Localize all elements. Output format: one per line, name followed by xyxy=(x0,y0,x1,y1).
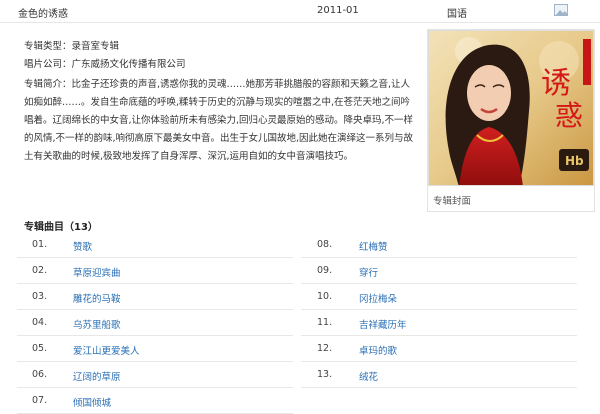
album-name: 金色的诱惑 xyxy=(18,9,68,20)
track-number: 07. xyxy=(32,395,48,406)
svg-text:惑: 惑 xyxy=(555,99,583,132)
album-type-row: 专辑类型：录音室专辑 xyxy=(24,38,416,56)
svg-text:诱: 诱 xyxy=(541,66,571,101)
track-title-link[interactable]: 绒花 xyxy=(359,369,378,383)
track-title-link[interactable]: 冈拉梅朵 xyxy=(359,291,397,305)
track-title-link[interactable]: 赞歌 xyxy=(73,239,92,253)
track-title-link[interactable]: 爱江山更爱美人 xyxy=(73,343,140,357)
track-number: 12. xyxy=(317,343,333,354)
album-cover-image[interactable]: 诱 惑 Hb xyxy=(428,30,594,186)
track-row: 06. 辽阔的草原 xyxy=(17,362,293,388)
track-row: 09. 穿行 xyxy=(301,258,577,284)
track-number: 13. xyxy=(317,369,333,380)
release-date: 2011-01 xyxy=(317,5,359,16)
album-type-value: 录音室专辑 xyxy=(71,41,120,52)
track-number: 03. xyxy=(32,291,48,302)
svg-text:Hb: Hb xyxy=(565,154,584,168)
tracklist-right-column: 08. 红梅赞 09. 穿行 10. 冈拉梅朵 11. 吉祥藏历年 12. 卓玛的歌 13. 绒花 xyxy=(301,232,577,388)
album-intro-label: 专辑简介： xyxy=(24,79,72,90)
track-row: 01. 赞歌 xyxy=(17,232,293,258)
track-title-link[interactable]: 乌苏里船歌 xyxy=(73,317,121,331)
album-language: 国语 xyxy=(447,9,467,20)
track-row: 13. 绒花 xyxy=(301,362,577,388)
track-row: 04. 乌苏里船歌 xyxy=(17,310,293,336)
track-number: 02. xyxy=(32,265,48,276)
track-row: 11. 吉祥藏历年 xyxy=(301,310,577,336)
track-row: 07. 倾国倾城 xyxy=(17,388,293,414)
track-row: 02. 草原迎宾曲 xyxy=(17,258,293,284)
track-number: 10. xyxy=(317,291,333,302)
cover-caption: 专辑封面 xyxy=(433,196,472,207)
track-title-link[interactable]: 草原迎宾曲 xyxy=(73,265,121,279)
record-company-row: 唱片公司：广东威扬文化传播有限公司 xyxy=(24,56,416,74)
album-summary-row: 金色的诱惑 2011-01 国语 xyxy=(0,0,600,23)
track-number: 04. xyxy=(32,317,48,328)
album-intro-text: 比金子还珍贵的声音,诱惑你我的灵魂……她那芳菲挑腊般的容颜和天籁之音,让人如痴如… xyxy=(24,79,414,162)
album-intro: 专辑简介：比金子还珍贵的声音,诱惑你我的灵魂……她那芳菲挑腊般的容颜和天籁之音,… xyxy=(24,76,416,166)
track-title-link[interactable]: 穿行 xyxy=(359,265,378,279)
track-title-link[interactable]: 吉祥藏历年 xyxy=(359,317,407,331)
track-number: 05. xyxy=(32,343,48,354)
track-number: 01. xyxy=(32,239,48,250)
record-company-label: 唱片公司： xyxy=(24,59,72,70)
track-row: 12. 卓玛的歌 xyxy=(301,336,577,362)
album-info: 专辑类型：录音室专辑 唱片公司：广东威扬文化传播有限公司 专辑简介：比金子还珍贵… xyxy=(24,38,416,166)
track-title-link[interactable]: 卓玛的歌 xyxy=(359,343,397,357)
track-row: 03. 雕花的马鞍 xyxy=(17,284,293,310)
track-title-link[interactable]: 红梅赞 xyxy=(359,239,388,253)
track-title-link[interactable]: 雕花的马鞍 xyxy=(73,291,121,305)
track-number: 08. xyxy=(317,239,333,250)
track-title-link[interactable]: 辽阔的草原 xyxy=(73,369,121,383)
track-row: 08. 红梅赞 xyxy=(301,232,577,258)
track-number: 06. xyxy=(32,369,48,380)
image-icon[interactable] xyxy=(554,4,568,16)
tracklist-left-column: 01. 赞歌 02. 草原迎宾曲 03. 雕花的马鞍 04. 乌苏里船歌 05. 爱江山更爱美人 0… xyxy=(17,232,293,414)
album-type-label: 专辑类型： xyxy=(24,41,72,52)
record-company-value: 广东威扬文化传播有限公司 xyxy=(71,59,186,70)
track-number: 11. xyxy=(317,317,333,328)
track-number: 09. xyxy=(317,265,333,276)
track-row: 05. 爱江山更爱美人 xyxy=(17,336,293,362)
track-title-link[interactable]: 倾国倾城 xyxy=(73,395,111,409)
tracklist-header: 专辑曲目（13） xyxy=(24,222,98,233)
track-row: 10. 冈拉梅朵 xyxy=(301,284,577,310)
